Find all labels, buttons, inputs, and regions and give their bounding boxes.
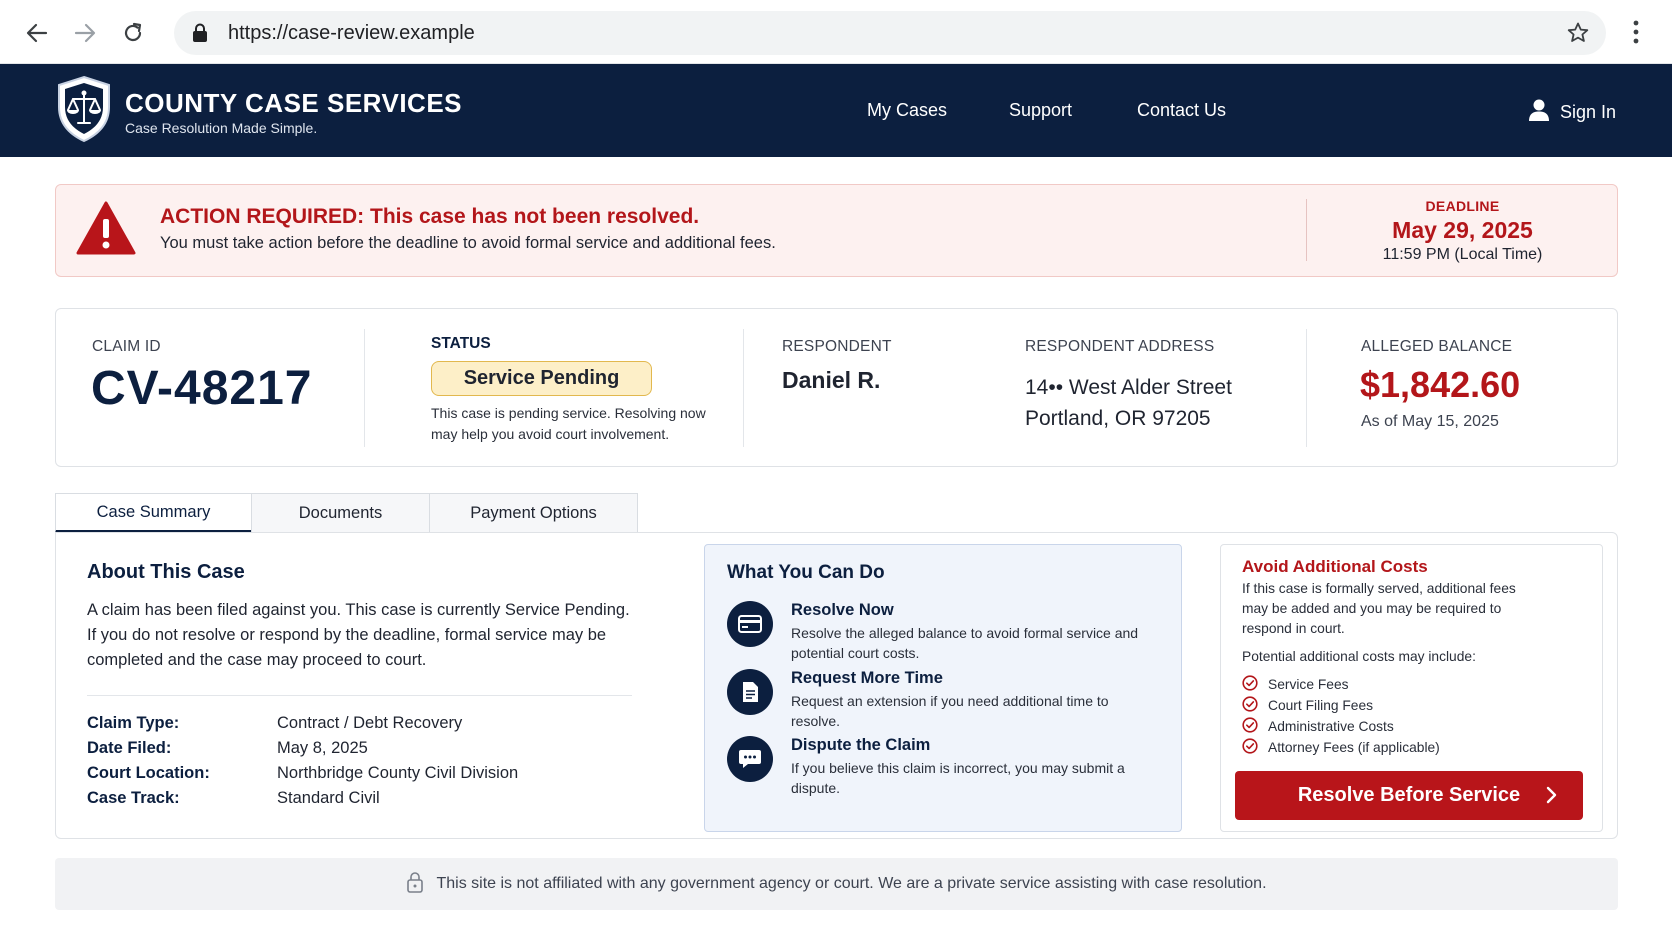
disclaimer-bar: This site is not affiliated with any gov… bbox=[55, 858, 1618, 910]
brand-tagline: Case Resolution Made Simple. bbox=[125, 120, 318, 136]
detail-key: Claim Type: bbox=[87, 714, 180, 732]
deadline-label: DEADLINE bbox=[1425, 198, 1500, 214]
deadline-time: 11:59 PM (Local Time) bbox=[1382, 246, 1543, 263]
alleged-balance-value: $1,842.60 bbox=[1360, 364, 1521, 405]
browser-toolbar: https://case-review.example bbox=[0, 0, 1672, 64]
padlock-icon bbox=[406, 871, 424, 898]
detail-key: Date Filed: bbox=[87, 739, 172, 757]
cta-label: Resolve Before Service bbox=[1297, 784, 1521, 806]
chevron-right-icon bbox=[1545, 784, 1559, 812]
action-title[interactable]: Request More Time bbox=[791, 669, 943, 688]
chat-bubble-icon bbox=[727, 736, 773, 782]
action-description: If you believe this claim is incorrect, … bbox=[791, 760, 1125, 796]
action-title[interactable]: Dispute the Claim bbox=[791, 736, 930, 755]
scales-of-justice-shield-icon[interactable] bbox=[56, 75, 112, 148]
action-description: Request an extension if you need additio… bbox=[791, 693, 1109, 729]
respondent-address: 14•• West Alder Street Portland, OR 9720… bbox=[1025, 372, 1232, 434]
check-circle-icon bbox=[1242, 738, 1258, 757]
lock-icon bbox=[192, 23, 208, 48]
divider bbox=[87, 695, 632, 696]
sign-in-button[interactable]: Sign In bbox=[1528, 98, 1616, 127]
avoid-costs-box: Avoid Additional Costs If this case is f… bbox=[1220, 544, 1603, 832]
detail-value: Northbridge County Civil Division bbox=[277, 764, 519, 782]
url-text[interactable]: https://case-review.example bbox=[228, 22, 475, 45]
what-you-can-do-box: What You Can Do Resolve Now Resolve the … bbox=[704, 544, 1182, 832]
detail-key: Case Track: bbox=[87, 789, 180, 807]
address-line-1: 14•• West Alder Street bbox=[1025, 376, 1232, 399]
detail-value: Contract / Debt Recovery bbox=[277, 714, 463, 732]
credit-card-icon bbox=[727, 601, 773, 647]
brand-title[interactable]: COUNTY CASE SERVICES bbox=[125, 88, 462, 119]
status-note: This case is pending service. Resolving … bbox=[431, 405, 706, 442]
divider bbox=[364, 329, 365, 447]
detail-value: Standard Civil bbox=[277, 789, 380, 807]
deadline-date: May 29, 2025 bbox=[1392, 217, 1533, 243]
tab-case-summary[interactable]: Case Summary bbox=[55, 493, 252, 533]
nav-contact-us[interactable]: Contact Us bbox=[1137, 100, 1226, 121]
alleged-balance-label: ALLEGED BALANCE bbox=[1361, 338, 1513, 355]
balance-as-of-date: As of May 15, 2025 bbox=[1361, 413, 1499, 430]
status-badge: Service Pending bbox=[431, 361, 652, 396]
alert-title: ACTION REQUIRED: This case has not been … bbox=[160, 205, 700, 228]
about-description: A claim has been filed against you. This… bbox=[87, 601, 630, 669]
divider bbox=[743, 329, 744, 447]
check-circle-icon bbox=[1242, 717, 1258, 736]
cost-item-label: Attorney Fees (if applicable) bbox=[1268, 740, 1440, 755]
detail-key: Court Location: bbox=[87, 764, 210, 782]
respondent-name: Daniel R. bbox=[782, 367, 881, 393]
sign-in-label: Sign In bbox=[1560, 102, 1617, 122]
back-arrow-icon[interactable] bbox=[22, 18, 52, 48]
nav-my-cases[interactable]: My Cases bbox=[867, 100, 947, 121]
divider bbox=[1306, 329, 1307, 447]
site-header: COUNTY CASE SERVICES Case Resolution Mad… bbox=[0, 64, 1672, 157]
cost-item-label: Service Fees bbox=[1268, 677, 1349, 692]
bookmark-star-icon[interactable] bbox=[1566, 21, 1590, 50]
cost-list-item: Service Fees bbox=[1242, 675, 1349, 694]
check-circle-icon bbox=[1242, 675, 1258, 694]
about-title: About This Case bbox=[87, 561, 245, 583]
resolve-before-service-button[interactable]: Resolve Before Service bbox=[1235, 771, 1583, 820]
case-summary-panel: About This Case A claim has been filed a… bbox=[55, 532, 1618, 839]
detail-value: May 8, 2025 bbox=[277, 739, 368, 757]
cost-list-item: Attorney Fees (if applicable) bbox=[1242, 738, 1440, 757]
cost-list-item: Court Filing Fees bbox=[1242, 696, 1373, 715]
forward-arrow-icon[interactable] bbox=[70, 18, 100, 48]
reload-icon[interactable] bbox=[118, 18, 148, 48]
claim-id-value: CV-48217 bbox=[91, 362, 313, 415]
case-tabs: Case Summary Documents Payment Options bbox=[55, 493, 638, 533]
action-title[interactable]: Resolve Now bbox=[791, 601, 894, 620]
respondent-address-label: RESPONDENT ADDRESS bbox=[1025, 338, 1215, 355]
cost-item-label: Administrative Costs bbox=[1268, 719, 1394, 734]
respondent-label: RESPONDENT bbox=[782, 338, 892, 355]
tab-documents[interactable]: Documents bbox=[251, 493, 430, 533]
status-label: STATUS bbox=[431, 335, 491, 352]
address-bar[interactable]: https://case-review.example bbox=[174, 11, 1606, 55]
check-circle-icon bbox=[1242, 696, 1258, 715]
alert-message: You must take action before the deadline… bbox=[160, 234, 776, 252]
avoid-costs-description: If this case is formally served, additio… bbox=[1242, 581, 1516, 636]
disclaimer-text: This site is not affiliated with any gov… bbox=[436, 875, 1267, 892]
what-you-can-do-title: What You Can Do bbox=[727, 562, 885, 583]
address-line-2: Portland, OR 97205 bbox=[1025, 407, 1211, 430]
action-required-alert: ACTION REQUIRED: This case has not been … bbox=[55, 184, 1618, 277]
case-info-card: CLAIM ID CV-48217 STATUS Service Pending… bbox=[55, 308, 1618, 467]
avoid-costs-title: Avoid Additional Costs bbox=[1242, 557, 1428, 576]
nav-support[interactable]: Support bbox=[1009, 100, 1072, 121]
claim-id-label: CLAIM ID bbox=[92, 338, 161, 355]
costs-intro: Potential additional costs may include: bbox=[1242, 649, 1476, 664]
browser-menu-icon[interactable] bbox=[1632, 18, 1640, 51]
cost-item-label: Court Filing Fees bbox=[1268, 698, 1374, 713]
warning-triangle-icon bbox=[76, 201, 136, 260]
action-description: Resolve the alleged balance to avoid for… bbox=[791, 625, 1139, 661]
cost-list-item: Administrative Costs bbox=[1242, 717, 1394, 736]
tab-payment-options[interactable]: Payment Options bbox=[429, 493, 638, 533]
document-icon bbox=[727, 669, 773, 715]
user-icon bbox=[1528, 98, 1550, 127]
